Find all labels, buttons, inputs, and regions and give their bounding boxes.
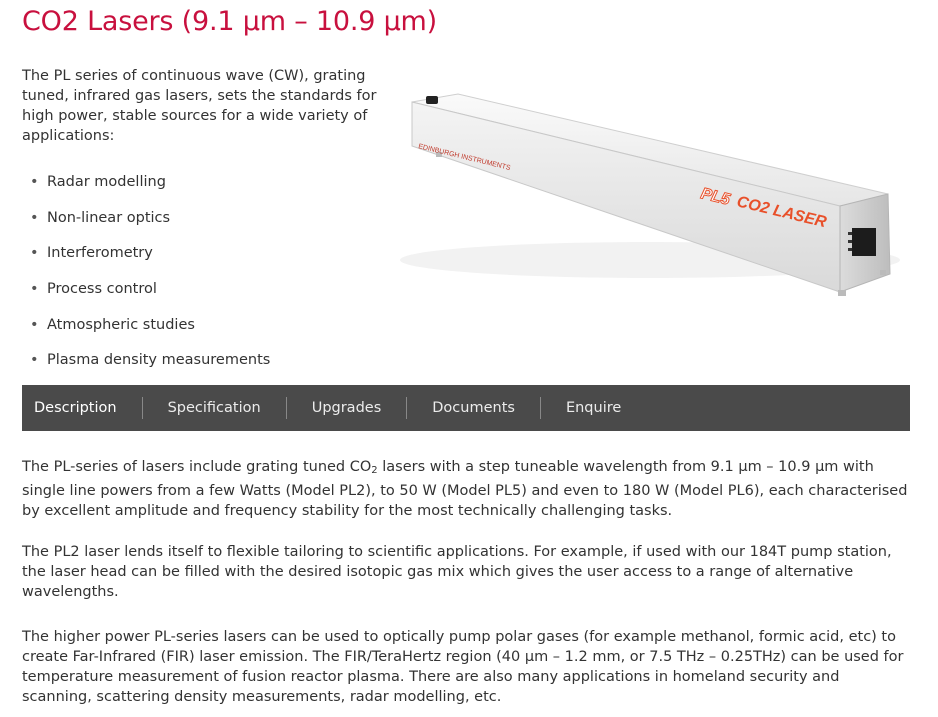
feature-item: Radar modelling [22, 168, 270, 204]
tab-separator [406, 397, 408, 419]
tab-separator [285, 397, 287, 419]
description-paragraph-1: The PL-series of lasers include grating … [22, 457, 912, 521]
tab-enquire[interactable]: Enquire [566, 385, 621, 431]
tab-specification[interactable]: Specification [168, 385, 261, 431]
description-paragraph-3: The higher power PL-series lasers can be… [22, 629, 904, 705]
connector-icon [852, 228, 876, 256]
intro-text: The PL series of continuous wave (CW), g… [22, 68, 377, 144]
description-paragraph-2: The PL2 laser lends itself to flexible t… [22, 544, 892, 600]
knob-icon [426, 96, 438, 104]
feature-item: Process control [22, 275, 270, 311]
feature-item: Non-linear optics [22, 204, 270, 240]
description-text: The PL-series of lasers include grating … [22, 459, 372, 475]
feature-item: Atmospheric studies [22, 311, 270, 347]
feature-item: Plasma density measurements [22, 346, 270, 382]
feature-list: Radar modelling Non-linear optics Interf… [22, 168, 270, 382]
laser-illustration: EDINBURGH INSTRUMENTS PL5 CO2 LASER [400, 93, 900, 296]
tab-separator [141, 397, 143, 419]
page-title: CO2 Lasers (9.1 µm – 10.9 µm) [22, 6, 437, 37]
tab-description[interactable]: Description [34, 385, 117, 431]
tab-bar: Description Specification Upgrades Docum… [22, 385, 910, 431]
tab-documents[interactable]: Documents [432, 385, 515, 431]
tab-upgrades[interactable]: Upgrades [312, 385, 382, 431]
product-image: EDINBURGH INSTRUMENTS PL5 CO2 LASER [400, 70, 910, 310]
tab-separator [539, 397, 541, 419]
feature-item: Interferometry [22, 239, 270, 275]
